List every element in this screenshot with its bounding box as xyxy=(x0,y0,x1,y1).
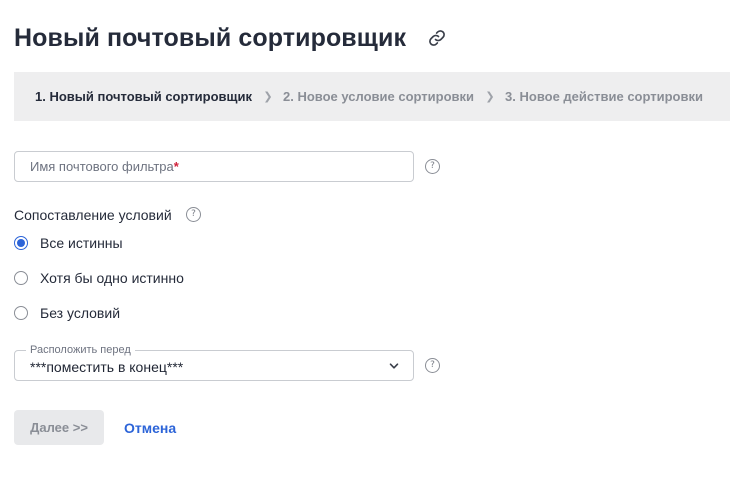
wizard-steps: 1. Новый почтовый сортировщик ❯ 2. Новое… xyxy=(14,72,730,121)
next-button[interactable]: Далее >> xyxy=(14,410,104,445)
help-icon[interactable]: ? xyxy=(425,159,440,174)
chevron-down-icon xyxy=(389,363,399,369)
help-icon[interactable]: ? xyxy=(425,358,440,373)
step-new-action[interactable]: 3. Новое действие сортировки xyxy=(505,89,703,104)
radio-label: Хотя бы одно истинно xyxy=(40,270,184,286)
cancel-button[interactable]: Отмена xyxy=(124,420,176,436)
radio-any-true[interactable]: Хотя бы одно истинно xyxy=(14,269,184,287)
radio-label: Все истинны xyxy=(40,235,123,251)
step-new-sorter[interactable]: 1. Новый почтовый сортировщик xyxy=(35,89,252,104)
radio-no-conditions[interactable]: Без условий xyxy=(14,304,120,322)
filter-name-input[interactable]: Имя почтового фильтра* xyxy=(14,151,414,182)
required-marker: * xyxy=(173,159,179,174)
chevron-right-icon: ❯ xyxy=(263,91,273,103)
step-new-condition[interactable]: 2. Новое условие сортировки xyxy=(283,89,474,104)
position-select-legend: Расположить перед xyxy=(26,344,135,356)
radio-label: Без условий xyxy=(40,305,121,321)
link-icon[interactable] xyxy=(428,29,446,47)
chevron-right-icon: ❯ xyxy=(485,91,495,103)
radio-button[interactable] xyxy=(14,271,28,285)
radio-button-checked[interactable] xyxy=(14,236,28,250)
filter-name-placeholder: Имя почтового фильтра* xyxy=(30,159,179,174)
position-select-value: ***поместить в конец*** xyxy=(30,359,184,375)
radio-all-true[interactable]: Все истинны xyxy=(14,234,123,252)
page-title: Новый почтовый сортировщик xyxy=(14,23,407,52)
radio-button[interactable] xyxy=(14,306,28,320)
help-icon[interactable]: ? xyxy=(186,207,201,222)
position-select[interactable]: Расположить перед ***поместить в конец**… xyxy=(14,344,414,381)
page-header: Новый почтовый сортировщик xyxy=(14,20,446,56)
match-conditions-label: Сопоставление условий xyxy=(14,207,172,223)
